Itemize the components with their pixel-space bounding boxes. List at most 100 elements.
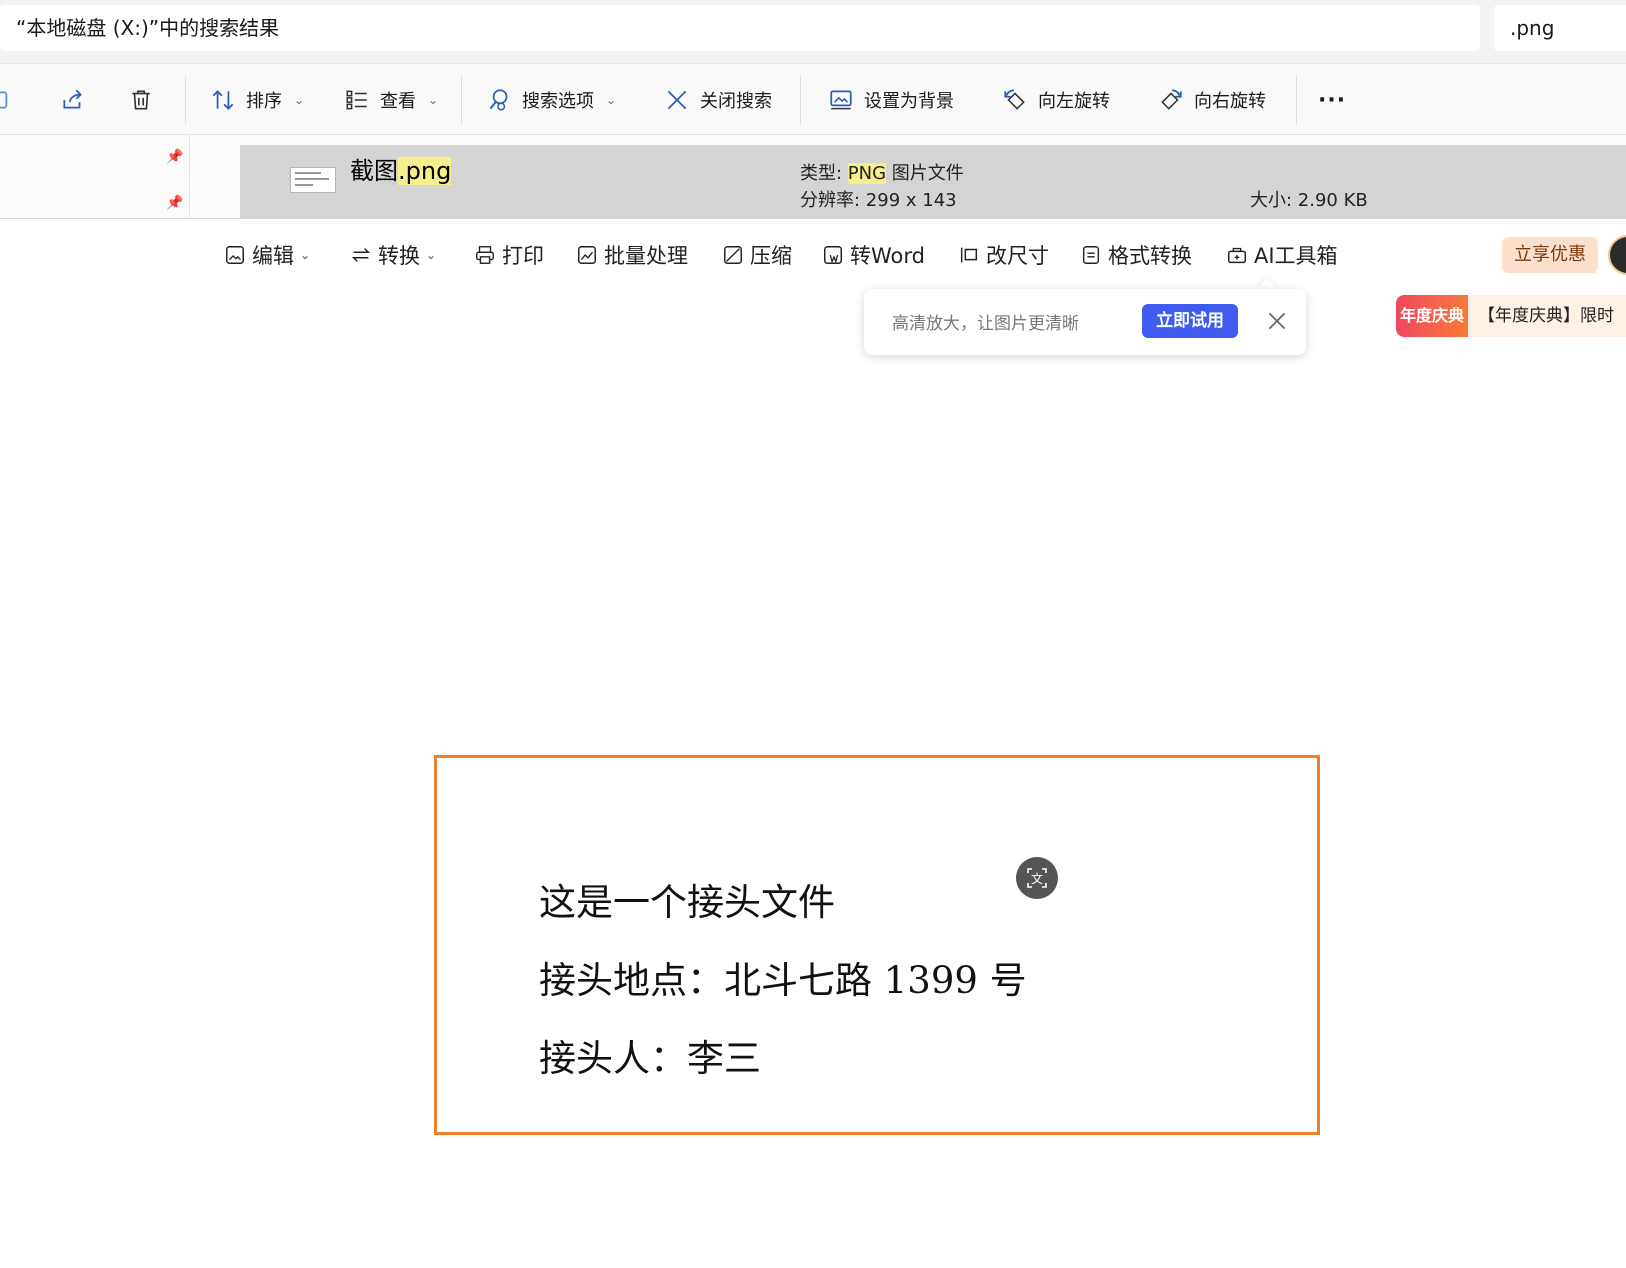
rotate-left-icon: [1004, 89, 1025, 110]
pin-icon[interactable]: 📌: [166, 149, 183, 165]
format-convert-label: 格式转换: [1108, 244, 1192, 268]
set-background-label: 设置为背景: [864, 91, 954, 112]
close-search-button[interactable]: 关闭搜索: [664, 64, 772, 136]
rotate-right-button[interactable]: 向右旋转: [1158, 64, 1266, 136]
navigation-pane: 📌 📌: [0, 135, 190, 218]
share-icon: [63, 89, 82, 109]
toolbox-icon: [1228, 247, 1246, 264]
avatar[interactable]: [1608, 235, 1626, 275]
compress-label: 压缩: [750, 244, 792, 268]
file-type-label: 类型:: [800, 163, 848, 184]
explorer-command-bar: 排序 ⌄ 查看 ⌄ 搜索选项 ⌄ 关闭搜索 设置为背景 向左旋转 向右旋转 ··…: [0, 63, 1626, 135]
more-options-button[interactable]: ···: [1318, 64, 1346, 136]
close-search-label: 关闭搜索: [700, 91, 772, 112]
search-input[interactable]: .png: [1494, 5, 1626, 51]
resize-icon: [960, 247, 978, 263]
file-name-extension: .png: [398, 157, 452, 185]
toolbar-divider: [800, 76, 801, 124]
print-button[interactable]: 打印: [474, 235, 544, 275]
convert-button[interactable]: 转换 ⌄: [350, 235, 436, 275]
promo-button[interactable]: 立享优惠: [1502, 237, 1598, 273]
toolbar-divider: [461, 76, 462, 124]
printer-icon: [476, 246, 494, 264]
address-bar[interactable]: “本地磁盘 (X:)”中的搜索结果: [0, 5, 1480, 51]
text-recognition-icon: 文: [1027, 868, 1047, 888]
rotate-left-label: 向左旋转: [1038, 91, 1110, 112]
file-size: 大小: 2.90 KB: [1250, 190, 1368, 211]
ai-toolbox-label: AI工具箱: [1254, 244, 1338, 268]
file-type: 类型: PNG 图片文件: [800, 159, 964, 185]
chevron-down-icon: ⌄: [294, 93, 305, 107]
file-type-rest: 图片文件: [886, 163, 964, 184]
batch-label: 批量处理: [604, 244, 688, 268]
file-name: 截图.png: [350, 151, 452, 186]
chevron-down-icon: ⌄: [428, 93, 439, 107]
file-name-base: 截图: [350, 157, 398, 185]
tip-text: 高清放大，让图片更清晰: [892, 314, 1079, 334]
file-resolution: 分辨率: 299 x 143: [800, 190, 957, 211]
convert-icon: [351, 248, 371, 262]
displayed-image: 这是一个接头文件 接头地点：北斗七路 1399 号 接头人：李三: [434, 755, 1320, 1135]
sort-label: 排序: [246, 91, 282, 112]
document-line: 这是一个接头文件: [539, 881, 835, 924]
view-label: 查看: [380, 91, 416, 112]
rotate-right-label: 向右旋转: [1194, 91, 1266, 112]
search-result-row[interactable]: 截图.png 类型: PNG 图片文件 分辨率: 299 x 143 大小: 2…: [240, 145, 1626, 218]
to-word-button[interactable]: 转Word: [822, 235, 925, 275]
copy-icon: [0, 91, 8, 109]
banner-text: 【年度庆典】限时: [1478, 306, 1614, 326]
convert-label: 转换: [378, 244, 420, 268]
format-convert-button[interactable]: 格式转换: [1080, 235, 1192, 275]
banner-tag: 年度庆典: [1396, 295, 1468, 337]
promo-banner[interactable]: 年度庆典 【年度庆典】限时: [1396, 295, 1626, 337]
file-thumbnail: [290, 167, 336, 193]
svg-text:文: 文: [1031, 871, 1043, 886]
edit-button[interactable]: 编辑 ⌄: [224, 235, 310, 275]
edit-image-icon: [226, 246, 244, 264]
file-type-highlight: PNG: [847, 163, 887, 184]
trash-icon: [132, 90, 150, 110]
batch-icon: [578, 246, 596, 264]
to-word-label: 转Word: [850, 244, 925, 268]
sort-button[interactable]: 排序 ⌄: [210, 64, 304, 136]
rotate-left-button[interactable]: 向左旋转: [1002, 64, 1110, 136]
search-options-label: 搜索选项: [522, 91, 594, 112]
wallpaper-icon: [830, 90, 852, 110]
upscale-tip-popup: 高清放大，让图片更清晰 立即试用: [864, 289, 1306, 355]
share-button[interactable]: [60, 64, 86, 136]
file-explorer-window: “本地磁盘 (X:)”中的搜索结果 .png 排序 ⌄ 查看 ⌄ 搜索选项 ⌄: [0, 0, 1626, 218]
document-line: 接头人：李三: [539, 1037, 761, 1080]
chevron-down-icon: ⌄: [606, 93, 617, 107]
compress-icon: [724, 246, 742, 264]
delete-button[interactable]: [128, 64, 154, 136]
toolbar-divider: [185, 76, 186, 124]
close-icon: [667, 90, 687, 110]
search-options-button[interactable]: 搜索选项 ⌄: [486, 64, 616, 136]
batch-process-button[interactable]: 批量处理: [576, 235, 688, 275]
close-icon[interactable]: [1264, 308, 1290, 334]
search-options-icon: [489, 89, 508, 111]
view-button[interactable]: 查看 ⌄: [344, 64, 438, 136]
set-background-button[interactable]: 设置为背景: [828, 64, 954, 136]
rotate-right-icon: [1161, 89, 1182, 110]
ai-toolbox-button[interactable]: AI工具箱: [1226, 235, 1338, 275]
chevron-down-icon: ⌄: [300, 248, 311, 262]
word-icon: [824, 246, 842, 264]
explorer-content: 📌 📌 截图.png 类型: PNG 图片文件 分辨率: 299 x 143 大…: [0, 135, 1626, 218]
compress-button[interactable]: 压缩: [722, 235, 792, 275]
try-now-button[interactable]: 立即试用: [1142, 304, 1238, 338]
chevron-down-icon: ⌄: [426, 248, 437, 262]
print-label: 打印: [502, 244, 544, 268]
toolbar-divider: [1296, 76, 1297, 124]
resize-button[interactable]: 改尺寸: [958, 235, 1049, 275]
format-icon: [1082, 246, 1100, 264]
view-list-icon: [346, 90, 367, 110]
document-line: 接头地点：北斗七路 1399 号: [539, 959, 1027, 1002]
pin-icon[interactable]: 📌: [166, 195, 183, 211]
copy-button[interactable]: [0, 64, 14, 136]
resize-label: 改尺寸: [986, 244, 1049, 268]
image-viewer-window: 编辑 ⌄ 转换 ⌄ 打印 批量处理 压缩 转Word 改尺寸 格式转换 AI工具…: [0, 218, 1626, 1268]
viewer-toolbar: 编辑 ⌄ 转换 ⌄ 打印 批量处理 压缩 转Word 改尺寸 格式转换 AI工具…: [0, 219, 1626, 291]
ocr-text-button[interactable]: 文: [1016, 857, 1058, 899]
sort-icon: [212, 90, 234, 110]
